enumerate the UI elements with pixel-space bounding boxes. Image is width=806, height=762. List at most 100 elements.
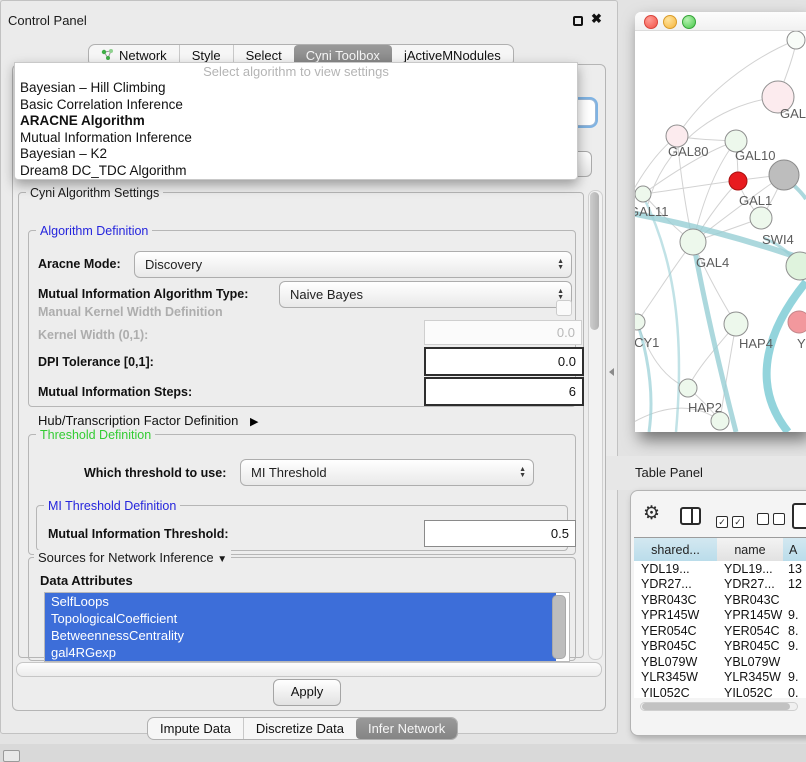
corner-widget-icon[interactable]: [3, 750, 20, 762]
list-item[interactable]: BetweennessCentrality: [45, 627, 556, 644]
table-row[interactable]: YBL079WYBL079W: [634, 654, 806, 670]
algorithm-option[interactable]: Bayesian – Hill Climbing: [15, 80, 577, 97]
network-node[interactable]: [769, 160, 799, 190]
table-cell[interactable]: YDR27...: [717, 577, 783, 591]
network-window-titlebar[interactable]: [635, 12, 806, 31]
table-cell[interactable]: 9.: [783, 608, 806, 622]
network-node[interactable]: [635, 314, 645, 330]
tab-discretize-data[interactable]: Discretize Data: [243, 718, 356, 739]
dpi-tolerance-field[interactable]: [424, 347, 584, 376]
table-horizontal-scrollbar-thumb[interactable]: [642, 703, 790, 710]
data-attributes-list[interactable]: SelfLoops TopologicalCoefficient Between…: [44, 592, 570, 662]
apply-button[interactable]: Apply: [273, 679, 341, 706]
column-header-shared-name[interactable]: shared...: [634, 537, 718, 563]
table-row[interactable]: YBR043CYBR043C: [634, 592, 806, 608]
tab-infer-network[interactable]: Infer Network: [356, 718, 457, 739]
tab-label: jActiveMNodules: [404, 48, 501, 63]
vertical-scrollbar-thumb[interactable]: [590, 192, 599, 330]
table-cell[interactable]: YDL19...: [634, 562, 717, 576]
table-cell[interactable]: YLR345W: [634, 670, 717, 684]
columns-icon[interactable]: [680, 507, 701, 525]
sources-title[interactable]: Sources for Network Inference ▼: [34, 550, 231, 565]
network-node[interactable]: [679, 379, 697, 397]
table-cell[interactable]: YPR145W: [717, 608, 783, 622]
table-icon[interactable]: [792, 503, 806, 529]
sources-title-label: Sources for Network Inference: [38, 550, 214, 565]
network-node[interactable]: [724, 312, 748, 336]
table-cell[interactable]: YDL19...: [717, 562, 783, 576]
table-cell[interactable]: YLR345W: [717, 670, 783, 684]
expand-arrow-icon[interactable]: ▶: [250, 416, 258, 428]
collapse-arrow-icon[interactable]: ▼: [217, 554, 227, 565]
table-row[interactable]: YBR045CYBR045C9.: [634, 639, 806, 655]
table-cell[interactable]: YER054C: [717, 624, 783, 638]
table-cell[interactable]: YBR045C: [717, 639, 783, 653]
table-row[interactable]: YIL052CYIL052C0.: [634, 685, 806, 698]
list-item[interactable]: SelfLoops: [45, 593, 556, 610]
list-item[interactable]: TopologicalCoefficient: [45, 610, 556, 627]
hub-definition-toggle[interactable]: Hub/Transcription Factor Definition ▶: [38, 413, 258, 428]
unselect-all-icon[interactable]: [757, 512, 789, 530]
horizontal-scrollbar[interactable]: [16, 662, 602, 677]
network-node[interactable]: [787, 31, 805, 49]
table-row[interactable]: YLR345WYLR345W9.: [634, 670, 806, 686]
tab-impute-data[interactable]: Impute Data: [148, 718, 243, 739]
table-cell[interactable]: YIL052C: [717, 686, 783, 698]
mi-type-select[interactable]: Naive Bayes ▲▼: [279, 281, 572, 308]
table-cell[interactable]: 8.: [783, 624, 806, 638]
mi-threshold-field[interactable]: [424, 520, 576, 547]
algorithm-option[interactable]: Basic Correlation Inference: [15, 97, 577, 114]
gear-icon[interactable]: ⚙: [643, 504, 660, 524]
table-cell[interactable]: YDR27...: [634, 577, 717, 591]
algorithm-option[interactable]: Mutual Information Inference: [15, 130, 577, 147]
list-item[interactable]: gal4RGexp: [45, 644, 556, 661]
kernel-width-field[interactable]: [424, 320, 582, 345]
aracne-mode-label: Aracne Mode:: [38, 257, 121, 271]
table-cell[interactable]: 12: [783, 577, 806, 591]
network-node[interactable]: [711, 412, 729, 430]
table-cell[interactable]: YIL052C: [634, 686, 717, 698]
select-all-icon[interactable]: ✓✓: [716, 512, 748, 530]
close-icon[interactable]: ✖: [591, 11, 602, 27]
table-row[interactable]: YER054CYER054C8.: [634, 623, 806, 639]
algorithm-option-selected[interactable]: ARACNE Algorithm: [15, 113, 577, 130]
table-cell[interactable]: YBR043C: [717, 593, 783, 607]
mac-zoom-button[interactable]: [682, 15, 696, 29]
table-cell[interactable]: YBL079W: [717, 655, 783, 669]
algorithm-option[interactable]: Dream8 DC_TDC Algorithm: [15, 163, 577, 180]
table-cell[interactable]: YPR145W: [634, 608, 717, 622]
network-node[interactable]: [729, 172, 747, 190]
algorithm-option[interactable]: Bayesian – K2: [15, 146, 577, 163]
network-node[interactable]: [750, 207, 772, 229]
table-cell[interactable]: YBR043C: [634, 593, 717, 607]
mac-close-button[interactable]: [644, 15, 658, 29]
column-header-partial[interactable]: A: [783, 537, 806, 563]
splitter-collapse-button[interactable]: [609, 368, 614, 376]
table-cell[interactable]: 9.: [783, 639, 806, 653]
table-cell[interactable]: 0.: [783, 686, 806, 698]
table-cell[interactable]: 13: [783, 562, 806, 576]
list-scrollbar[interactable]: [552, 595, 566, 659]
table-cell[interactable]: 9.: [783, 670, 806, 684]
network-node[interactable]: [680, 229, 706, 255]
network-canvas[interactable]: GALGAL80GAL10GAL1GAL11GAL4SWI4GCY1HAP4YH…: [635, 31, 806, 432]
mac-minimize-button[interactable]: [663, 15, 677, 29]
which-threshold-select[interactable]: MI Threshold ▲▼: [240, 459, 534, 486]
network-edge[interactable]: [635, 282, 651, 432]
network-edge[interactable]: [767, 282, 806, 432]
table-cell[interactable]: YBR045C: [634, 639, 717, 653]
table-cell[interactable]: YER054C: [634, 624, 717, 638]
table-row[interactable]: YPR145WYPR145W9.: [634, 608, 806, 624]
table-cell[interactable]: YBL079W: [634, 655, 717, 669]
mi-steps-field[interactable]: [424, 377, 584, 406]
network-edge[interactable]: [643, 196, 679, 432]
manual-kernel-checkbox[interactable]: [556, 300, 572, 316]
float-window-icon[interactable]: [573, 16, 583, 26]
network-node[interactable]: [635, 186, 651, 202]
algorithm-select-fragment[interactable]: [576, 99, 596, 126]
aracne-mode-select[interactable]: Discovery ▲▼: [134, 251, 572, 278]
network-node[interactable]: [788, 311, 806, 333]
column-header-name[interactable]: name: [717, 537, 784, 563]
table-row[interactable]: YDL19...YDL19...13: [634, 561, 806, 577]
table-row[interactable]: YDR27...YDR27...12: [634, 577, 806, 593]
